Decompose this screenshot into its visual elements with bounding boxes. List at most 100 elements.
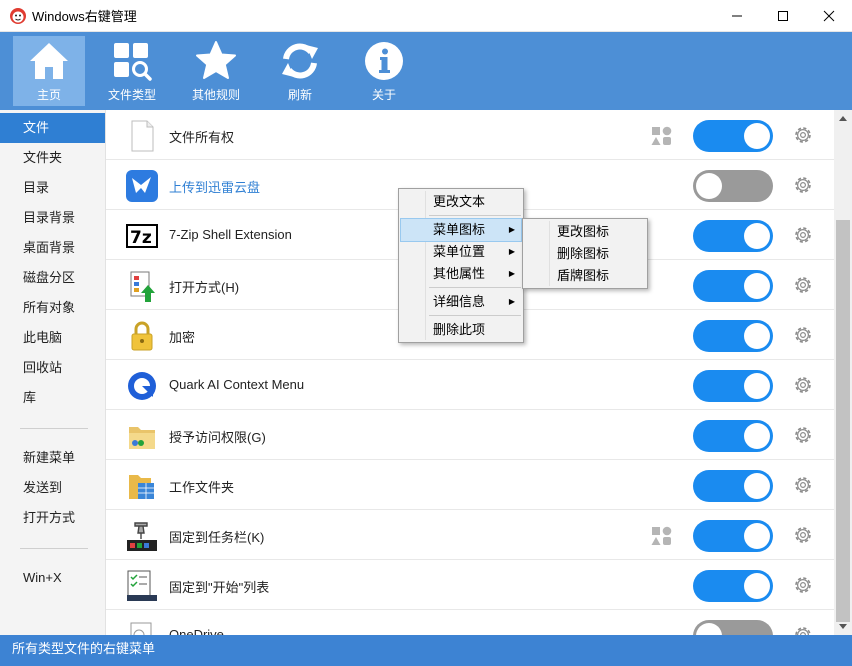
menu-item-menu-position[interactable]: 菜单位置 ▶ <box>401 241 521 263</box>
list-item[interactable]: Quark AI Context Menu <box>106 360 834 410</box>
sidebar-divider <box>20 548 88 549</box>
list-item[interactable]: 授予访问权限(G) <box>106 410 834 460</box>
list-item-label: 打开方式(H) <box>169 280 240 295</box>
list-item-label: OneDrive <box>169 627 224 635</box>
lock-icon <box>131 321 153 351</box>
submenu-item-delete-icon[interactable]: 删除图标 <box>525 243 645 265</box>
sidebar-item-library[interactable]: 库 <box>0 383 105 413</box>
list-item[interactable]: 工作文件夹 <box>106 460 834 510</box>
list-item[interactable]: OneDrive <box>106 610 834 635</box>
list-item-label: 加密 <box>169 330 196 345</box>
menu-item-menu-icon[interactable]: 菜单图标 ▶ <box>400 218 522 242</box>
list-item[interactable]: 固定到任务栏(K) <box>106 510 834 560</box>
maximize-button[interactable] <box>760 0 806 32</box>
sidebar-item-open-with[interactable]: 打开方式 <box>0 503 105 533</box>
scroll-down-button[interactable] <box>834 619 852 635</box>
toolbar-home-label: 主页 <box>36 88 61 102</box>
toolbar-file-types-button[interactable]: 文件类型 <box>96 36 168 106</box>
gear-icon[interactable] <box>792 274 814 296</box>
gear-icon[interactable] <box>792 524 814 546</box>
toolbar-refresh-button[interactable]: 刷新 <box>264 36 336 106</box>
gear-icon[interactable] <box>792 574 814 596</box>
shapes-icon[interactable] <box>651 125 673 147</box>
sidebar-item-all-objects[interactable]: 所有对象 <box>0 293 105 323</box>
status-bar: 所有类型文件的右键菜单 <box>0 635 852 666</box>
toolbar-home-button[interactable]: 主页 <box>13 36 85 106</box>
enable-toggle[interactable] <box>693 470 773 502</box>
menu-item-delete[interactable]: 删除此项 <box>401 319 521 341</box>
shapes-icon[interactable] <box>651 525 673 547</box>
enable-toggle[interactable] <box>693 420 773 452</box>
toolbar-about-label: 关于 <box>371 88 396 102</box>
toggle-knob <box>744 423 770 449</box>
list-item-label: 上传到迅雷云盘 <box>169 180 261 195</box>
menu-item-change-text[interactable]: 更改文本 <box>401 191 521 213</box>
sidebar-item-win-x[interactable]: Win+X <box>0 563 105 593</box>
toggle-knob <box>744 273 770 299</box>
sidebar-item-drive[interactable]: 磁盘分区 <box>0 263 105 293</box>
menu-item-label: 菜单位置 <box>433 244 486 259</box>
svg-text:7z: 7z <box>130 228 152 248</box>
submenu-arrow-icon: ▶ <box>508 269 515 278</box>
gear-icon[interactable] <box>792 474 814 496</box>
gear-icon[interactable] <box>792 424 814 446</box>
sidebar-item-folder[interactable]: 文件夹 <box>0 143 105 173</box>
toolbar-other-rules-button[interactable]: 其他规则 <box>180 36 252 106</box>
list-item-label: 固定到任务栏(K) <box>169 530 265 545</box>
list-item-label: 7-Zip Shell Extension <box>169 227 292 242</box>
enable-toggle[interactable] <box>693 120 773 152</box>
submenu-item-shield-icon[interactable]: 盾牌图标 <box>525 265 645 287</box>
enable-toggle[interactable] <box>693 270 773 302</box>
gear-icon[interactable] <box>792 324 814 346</box>
app-icon <box>10 7 26 24</box>
open-with-icon <box>130 271 155 302</box>
menu-item-label: 详细信息 <box>433 294 486 309</box>
list-item[interactable]: 固定到"开始"列表 <box>106 560 834 610</box>
menu-item-label: 更改图标 <box>557 224 610 239</box>
toolbar-about-button[interactable]: 关于 <box>348 36 420 106</box>
gear-icon[interactable] <box>792 124 814 146</box>
menu-item-other-properties[interactable]: 其他属性 ▶ <box>401 263 521 285</box>
menu-separator <box>429 315 521 316</box>
toggle-knob <box>744 573 770 599</box>
enable-toggle[interactable] <box>693 220 773 252</box>
scroll-thumb[interactable] <box>836 220 850 622</box>
enable-toggle[interactable] <box>693 570 773 602</box>
menu-item-details[interactable]: 详细信息 ▶ <box>401 291 521 313</box>
sidebar-item-new-menu[interactable]: 新建菜单 <box>0 443 105 473</box>
pin-taskbar-icon <box>127 522 157 551</box>
gear-icon[interactable] <box>792 174 814 196</box>
submenu-item-change-icon[interactable]: 更改图标 <box>525 221 645 243</box>
toolbar-file-types-label: 文件类型 <box>107 88 156 102</box>
enable-toggle[interactable] <box>693 620 773 635</box>
list-item[interactable]: 文件所有权 <box>106 110 834 160</box>
minimize-button[interactable] <box>714 0 760 32</box>
sidebar-item-recycle-bin[interactable]: 回收站 <box>0 353 105 383</box>
submenu-arrow-icon: ▶ <box>508 247 515 256</box>
scroll-up-button[interactable] <box>834 110 852 126</box>
pin-start-icon <box>127 570 157 601</box>
gear-icon[interactable] <box>792 624 814 635</box>
gear-icon[interactable] <box>792 374 814 396</box>
gear-icon[interactable] <box>792 224 814 246</box>
sidebar-item-directory-background[interactable]: 目录背景 <box>0 203 105 233</box>
work-folders-icon <box>129 475 154 499</box>
close-button[interactable] <box>806 0 852 32</box>
menu-item-label: 更改文本 <box>433 194 486 209</box>
vertical-scrollbar[interactable] <box>834 110 852 635</box>
sidebar-item-file[interactable]: 文件 <box>0 113 105 143</box>
sidebar-item-this-pc[interactable]: 此电脑 <box>0 323 105 353</box>
sidebar: 文件 文件夹 目录 目录背景 桌面背景 磁盘分区 所有对象 此电脑 回收站 库 … <box>0 110 106 635</box>
list-item-label: 文件所有权 <box>169 130 235 145</box>
sidebar-item-directory[interactable]: 目录 <box>0 173 105 203</box>
list-item-label: Quark AI Context Menu <box>169 377 305 392</box>
sidebar-item-desktop-background[interactable]: 桌面背景 <box>0 233 105 263</box>
toggle-knob <box>744 473 770 499</box>
enable-toggle[interactable] <box>693 520 773 552</box>
toolbar: 主页 文件类型 其他规则 刷新 关于 <box>0 32 852 110</box>
enable-toggle[interactable] <box>693 320 773 352</box>
enable-toggle[interactable] <box>693 170 773 202</box>
sidebar-item-send-to[interactable]: 发送到 <box>0 473 105 503</box>
enable-toggle[interactable] <box>693 370 773 402</box>
menu-separator <box>429 215 521 216</box>
